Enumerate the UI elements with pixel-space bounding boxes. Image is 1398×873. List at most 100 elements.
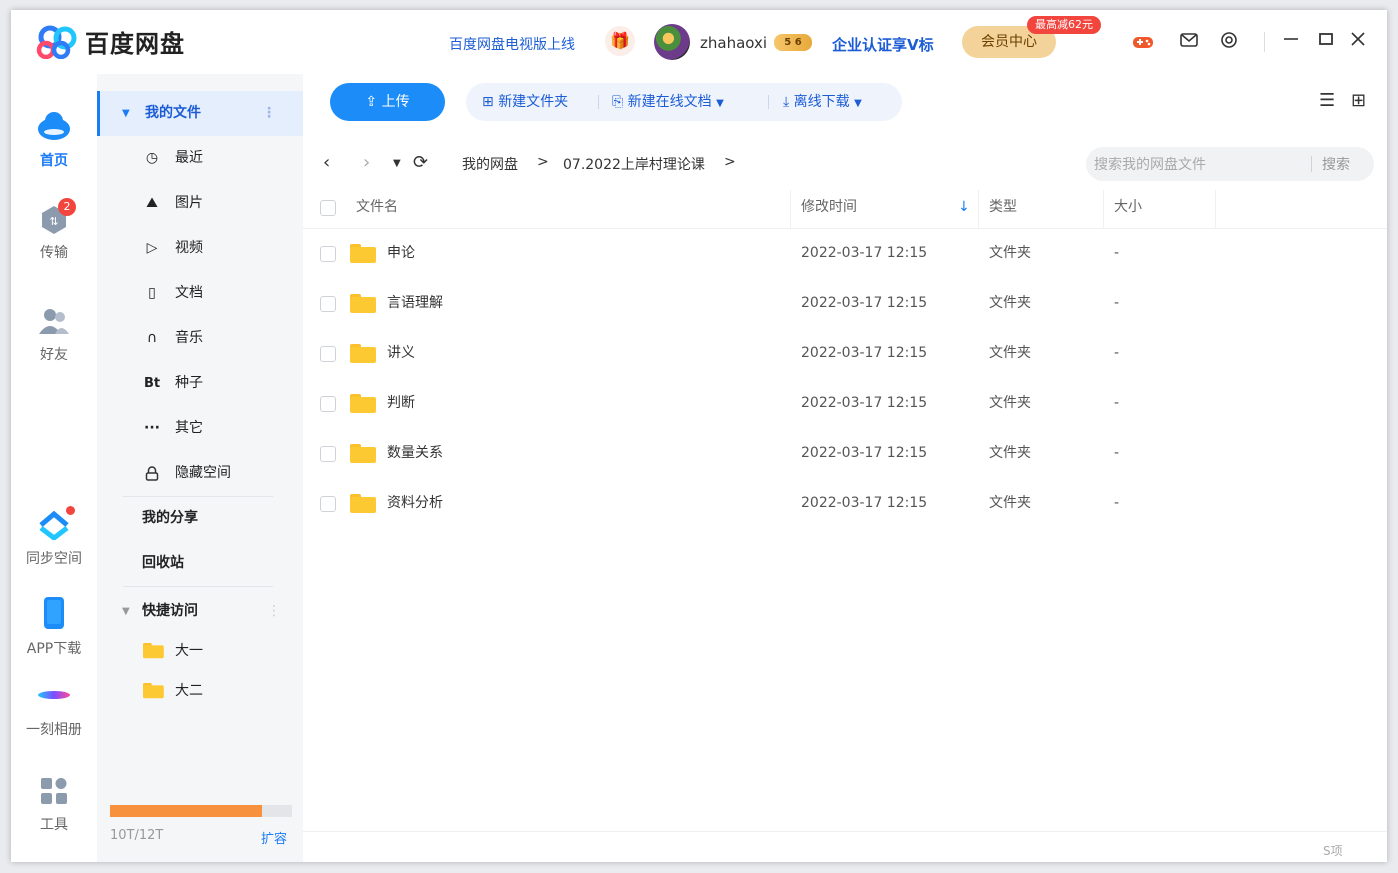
game-icon[interactable] <box>1131 30 1155 54</box>
sidebar-item-docs[interactable]: ▯ 文档 <box>97 271 303 316</box>
row-checkbox[interactable] <box>320 446 336 462</box>
breadcrumb-current[interactable]: 07.2022上岸村理论课 <box>563 154 705 174</box>
tv-promo-link[interactable]: 百度网盘电视版上线 <box>449 34 575 54</box>
search-input[interactable] <box>1092 154 1306 176</box>
history-dropdown-icon[interactable]: ▼ <box>393 158 401 169</box>
svg-text:⇅: ⇅ <box>49 215 58 228</box>
sidebar-quick-access[interactable]: ▼ 快捷访问 ⋮ <box>97 589 303 634</box>
breadcrumb-root[interactable]: 我的网盘 <box>462 154 518 174</box>
new-folder-button[interactable]: ⊞ 新建文件夹 <box>482 83 568 121</box>
column-name[interactable]: 文件名 <box>356 186 398 228</box>
table-row[interactable]: 申论 2022-03-17 12:15 文件夹 - <box>303 228 1387 278</box>
sidebar-divider <box>123 586 273 587</box>
collapse-caret-icon[interactable]: ▼ <box>122 589 130 634</box>
column-divider[interactable] <box>978 190 979 228</box>
sidebar-item-recent[interactable]: ◷ 最近 <box>97 136 303 181</box>
column-modified[interactable]: 修改时间 <box>801 186 857 228</box>
nav-app-download[interactable]: APP下载 <box>11 596 97 658</box>
enterprise-certify-link[interactable]: 企业认证享V标 <box>832 34 934 55</box>
file-name[interactable]: 言语理解 <box>387 278 443 328</box>
table-row[interactable]: 判断 2022-03-17 12:15 文件夹 - <box>303 378 1387 428</box>
sidebar-item-torrents[interactable]: Bt 种子 <box>97 361 303 406</box>
new-doc-icon: ⎘ <box>612 94 624 110</box>
sidebar-item-videos[interactable]: ▷ 视频 <box>97 226 303 271</box>
table-row[interactable]: 讲义 2022-03-17 12:15 文件夹 - <box>303 328 1387 378</box>
more-dots-icon[interactable]: ⋮ <box>267 589 281 634</box>
settings-icon[interactable] <box>1217 30 1241 54</box>
column-type[interactable]: 类型 <box>989 186 1017 228</box>
sidebar-recycle-bin[interactable]: 回收站 <box>97 541 303 586</box>
row-checkbox[interactable] <box>320 496 336 512</box>
column-divider[interactable] <box>790 190 791 228</box>
sidebar-my-files[interactable]: ▼ 我的文件 ⋮ <box>97 91 303 136</box>
file-name[interactable]: 资料分析 <box>387 478 443 528</box>
sidebar-item-images[interactable]: ⛰ 图片 <box>97 181 303 226</box>
tools-grid-icon <box>41 778 67 804</box>
expand-storage-link[interactable]: 扩容 <box>261 828 287 847</box>
nav-home[interactable]: 首页 <box>11 108 97 170</box>
sync-new-dot <box>66 506 75 515</box>
sidebar-item-music[interactable]: ∩ 音乐 <box>97 316 303 361</box>
grid-view-icon[interactable]: ⊞ <box>1351 90 1366 111</box>
sidebar-my-files-label: 我的文件 <box>145 105 201 121</box>
sort-desc-icon[interactable]: ↓ <box>958 186 970 228</box>
nav-transfer[interactable]: ⇅ 2 传输 <box>11 198 97 262</box>
new-online-doc-button[interactable]: ⎘ 新建在线文档 ▼ <box>612 83 724 121</box>
nav-sync-label: 同步空间 <box>26 551 82 567</box>
column-divider[interactable] <box>1103 190 1104 228</box>
sidebar-my-share[interactable]: 我的分享 <box>97 496 303 541</box>
file-name[interactable]: 申论 <box>387 228 415 278</box>
storage-quota-bar <box>110 805 292 817</box>
maximize-icon[interactable] <box>1314 30 1338 54</box>
nav-sync-space[interactable]: 同步空间 <box>11 506 97 568</box>
toolbar-divider <box>598 95 599 109</box>
offline-download-button[interactable]: ⤓ 离线下载 ▼ <box>783 83 862 121</box>
gift-icon[interactable]: 🎁 <box>605 26 635 56</box>
mail-icon[interactable] <box>1177 30 1201 54</box>
sidebar-item-hidden-space[interactable]: 隐藏空间 <box>97 451 303 496</box>
upload-button[interactable]: ⇪ 上传 <box>330 83 445 121</box>
row-checkbox[interactable] <box>320 396 336 412</box>
quick-item-folder[interactable]: 大二 <box>97 669 303 714</box>
minimize-icon[interactable] <box>1279 30 1303 54</box>
search-button[interactable]: 搜索 <box>1322 154 1350 174</box>
sort-icon[interactable]: ☰ <box>1319 90 1335 111</box>
nav-transfer-label: 传输 <box>40 245 68 261</box>
back-icon[interactable]: ‹ <box>323 152 330 173</box>
new-folder-label: 新建文件夹 <box>498 94 569 110</box>
row-checkbox[interactable] <box>320 346 336 362</box>
nav-friends[interactable]: 好友 <box>11 306 97 364</box>
lock-icon <box>141 451 163 496</box>
vip-level-badge[interactable]: 5 6 <box>774 34 812 51</box>
sidebar-item-other[interactable]: ··· 其它 <box>97 406 303 451</box>
refresh-icon[interactable]: ⟳ <box>413 152 428 173</box>
close-icon[interactable] <box>1346 30 1370 54</box>
quick-item-folder[interactable]: 大一 <box>97 629 303 674</box>
breadcrumb-separator-icon[interactable]: > <box>724 154 736 170</box>
collapse-caret-icon[interactable]: ▼ <box>122 91 130 136</box>
username[interactable]: zhahaoxi <box>700 34 767 52</box>
table-row[interactable]: 资料分析 2022-03-17 12:15 文件夹 - <box>303 478 1387 528</box>
main-panel: ⇪ 上传 ⊞ 新建文件夹 ⎘ 新建在线文档 ▼ ⤓ 离线下载 ▼ ☰ ⊞ ‹ ›… <box>303 74 1387 862</box>
file-modified: 2022-03-17 12:15 <box>801 345 928 361</box>
avatar[interactable] <box>654 24 690 60</box>
table-row[interactable]: 数量关系 2022-03-17 12:15 文件夹 - <box>303 428 1387 478</box>
file-modified: 2022-03-17 12:15 <box>801 495 928 511</box>
forward-icon[interactable]: › <box>363 152 370 173</box>
table-row[interactable]: 言语理解 2022-03-17 12:15 文件夹 - <box>303 278 1387 328</box>
file-name[interactable]: 讲义 <box>387 328 415 378</box>
file-name[interactable]: 数量关系 <box>387 428 443 478</box>
row-checkbox[interactable] <box>320 246 336 262</box>
nav-tools[interactable]: 工具 <box>11 776 97 834</box>
column-divider[interactable] <box>1215 190 1216 228</box>
file-name[interactable]: 判断 <box>387 378 415 428</box>
sidebar-quick-access-label: 快捷访问 <box>142 603 198 619</box>
nav-moment-album[interactable]: 一刻相册 <box>11 679 97 739</box>
file-modified: 2022-03-17 12:15 <box>801 295 928 311</box>
folder-icon <box>350 244 376 263</box>
more-dots-icon[interactable]: ⋮ <box>262 91 276 136</box>
column-size[interactable]: 大小 <box>1114 186 1142 228</box>
select-all-checkbox[interactable] <box>320 200 336 216</box>
row-checkbox[interactable] <box>320 296 336 312</box>
toolbar-divider <box>768 95 769 109</box>
